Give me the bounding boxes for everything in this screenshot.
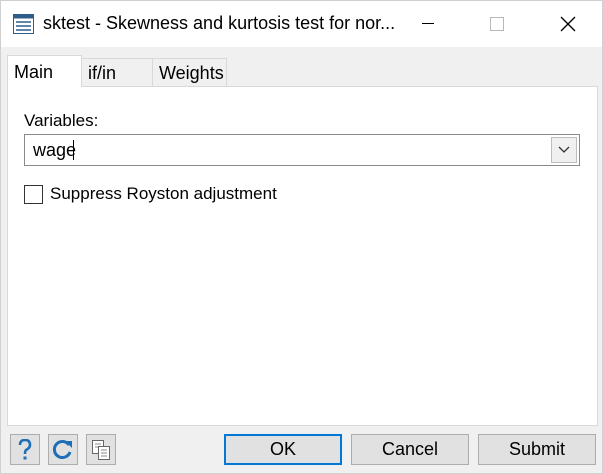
royston-checkbox[interactable] [24,184,43,204]
dialog-list-icon [13,14,34,34]
window-title: sktest - Skewness and kurtosis test for … [43,13,396,33]
royston-option[interactable]: Suppress Royston adjustment [24,183,277,205]
royston-label[interactable]: Suppress Royston adjustment [50,184,277,204]
tab-weights[interactable]: Weights [152,58,227,86]
close-button[interactable] [545,1,591,47]
cancel-button[interactable]: Cancel [351,434,469,465]
variables-label: Variables: [24,111,99,130]
dialog-window: sktest - Skewness and kurtosis test for … [0,0,603,474]
reset-button[interactable] [48,434,78,465]
main-tab-panel: Variables: wage Suppress Royston adjustm… [7,86,598,426]
refresh-icon [52,439,72,459]
copy-button[interactable] [86,434,116,465]
submit-button[interactable]: Submit [478,434,596,465]
copy-icon [92,439,110,460]
variables-value[interactable]: wage [33,140,76,161]
question-icon [18,438,32,459]
tab-main[interactable]: Main [7,55,82,87]
minimize-button[interactable] [405,1,451,47]
variables-dropdown-button[interactable] [551,137,577,163]
minimize-icon [422,23,434,24]
maximize-icon [490,17,504,31]
chevron-down-icon [558,146,570,153]
maximize-button[interactable] [474,1,520,47]
help-button[interactable] [10,434,40,465]
close-icon [560,16,576,32]
title-bar: sktest - Skewness and kurtosis test for … [1,1,602,47]
variables-combobox[interactable]: wage [24,134,580,166]
tab-if-in[interactable]: if/in [81,58,153,86]
text-caret [73,140,74,160]
ok-button[interactable]: OK [224,434,342,465]
